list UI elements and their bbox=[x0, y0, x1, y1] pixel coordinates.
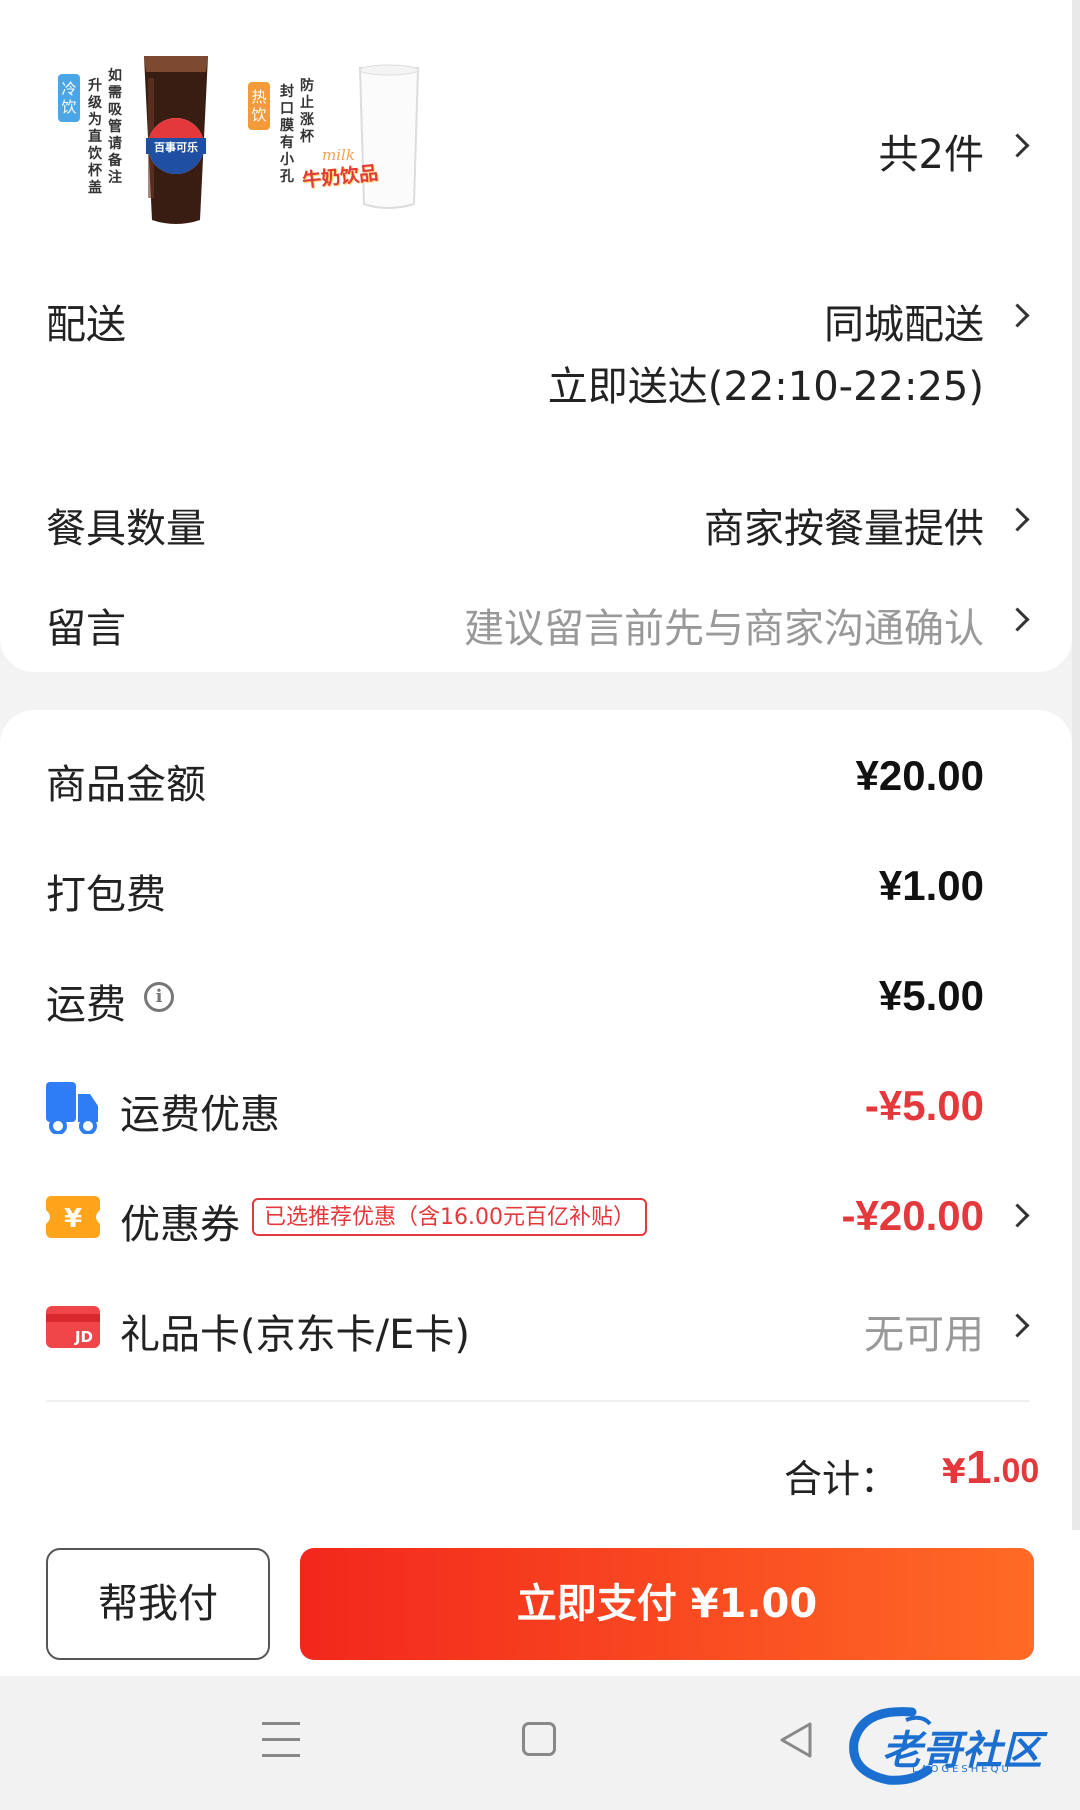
goods-amount-label: 商品金额 bbox=[46, 762, 206, 808]
coupon-row[interactable]: ¥ 优惠券 已选推荐优惠（含16.00元百亿补贴） -¥20.00 bbox=[46, 1192, 1030, 1248]
coupon-value: -¥20.00 bbox=[841, 1192, 984, 1239]
help-pay-button[interactable]: 帮我付 bbox=[46, 1548, 270, 1660]
item-count: 共2件 bbox=[878, 132, 984, 178]
delivery-row[interactable]: 配送 同城配送 立即送达(22:10-22:25) bbox=[46, 292, 1030, 410]
home-icon[interactable] bbox=[522, 1722, 556, 1756]
utensils-row[interactable]: 餐具数量 商家按餐量提供 bbox=[46, 496, 1030, 552]
svg-text:¥: ¥ bbox=[64, 1204, 82, 1234]
order-info-card: 冷饮 升级为直饮杯盖 如需吸管请备注 百事可乐 热饮 封口膜有小孔 防止涨杯 m… bbox=[0, 0, 1072, 672]
watermark-logo: 老哥社区 LAOGESHEQU bbox=[842, 1702, 1072, 1786]
info-icon[interactable]: i bbox=[144, 982, 174, 1012]
product-tag-cold: 冷饮 bbox=[58, 74, 80, 122]
chevron-right-icon bbox=[1005, 507, 1030, 532]
goods-amount-row: 商品金额 ¥20.00 bbox=[46, 752, 1026, 808]
divider bbox=[46, 1400, 1030, 1402]
shipping-discount-label: 运费优惠 bbox=[120, 1092, 280, 1138]
packing-fee-label: 打包费 bbox=[46, 872, 166, 918]
message-label: 留言 bbox=[46, 606, 126, 652]
chevron-right-icon bbox=[1005, 1203, 1030, 1228]
goods-amount-value: ¥20.00 bbox=[855, 752, 984, 799]
price-detail-card: 商品金额 ¥20.00 打包费 ¥1.00 运费 i ¥5.00 运费优惠 -¥… bbox=[0, 710, 1072, 1550]
back-icon[interactable] bbox=[776, 1720, 816, 1760]
right-edge-scroll-track bbox=[1072, 0, 1080, 1680]
coupon-icon: ¥ bbox=[46, 1196, 100, 1238]
total-integer: 1 bbox=[966, 1441, 992, 1493]
item-count-row[interactable]: 共2件 bbox=[46, 122, 1030, 178]
delivery-label: 配送 bbox=[46, 302, 126, 348]
menu-icon[interactable] bbox=[262, 1722, 300, 1758]
pay-now-button[interactable]: 立即支付 ¥1.00 bbox=[300, 1548, 1034, 1660]
gift-card-label: 礼品卡(京东卡/E卡) bbox=[120, 1312, 470, 1358]
chevron-right-icon bbox=[1005, 303, 1030, 328]
shipping-fee-value: ¥5.00 bbox=[878, 972, 984, 1019]
shipping-discount-value: -¥5.00 bbox=[864, 1082, 984, 1129]
system-navigation-bar: 老哥社区 LAOGESHEQU bbox=[0, 1676, 1080, 1810]
gift-card-row[interactable]: JD 礼品卡(京东卡/E卡) 无可用 bbox=[46, 1302, 1030, 1358]
chevron-right-icon bbox=[1005, 133, 1030, 158]
delivery-method: 同城配送 bbox=[824, 302, 984, 348]
packing-fee-row: 打包费 ¥1.00 bbox=[46, 862, 1026, 918]
shipping-discount-row: 运费优惠 -¥5.00 bbox=[46, 1082, 1026, 1138]
shipping-fee-row: 运费 i ¥5.00 bbox=[46, 972, 1026, 1028]
message-row[interactable]: 留言 建议留言前先与商家沟通确认 bbox=[46, 596, 1030, 652]
chevron-right-icon bbox=[1005, 607, 1030, 632]
total-currency: ¥ bbox=[942, 1452, 966, 1492]
total-decimal: .00 bbox=[992, 1452, 1040, 1490]
truck-icon bbox=[46, 1082, 98, 1134]
total-row: 合计： ¥ 1 .00 bbox=[0, 1440, 1072, 1501]
gift-card-value: 无可用 bbox=[864, 1312, 984, 1358]
total-label: 合计： bbox=[783, 1457, 898, 1501]
shipping-fee-label: 运费 bbox=[46, 982, 126, 1028]
coupon-recommend-badge: 已选推荐优惠（含16.00元百亿补贴） bbox=[252, 1198, 647, 1236]
utensils-label: 餐具数量 bbox=[46, 506, 206, 552]
watermark-subtext: LAOGESHEQU bbox=[912, 1764, 1012, 1775]
delivery-time: 立即送达(22:10-22:25) bbox=[547, 364, 984, 410]
bottom-action-bar: 帮我付 立即支付 ¥1.00 bbox=[0, 1530, 1080, 1676]
coupon-label: 优惠券 bbox=[120, 1202, 240, 1248]
chevron-right-icon bbox=[1005, 1313, 1030, 1338]
jd-card-icon-text: JD bbox=[74, 1328, 93, 1346]
jd-card-icon: JD bbox=[46, 1306, 100, 1348]
message-placeholder: 建议留言前先与商家沟通确认 bbox=[464, 606, 984, 652]
packing-fee-value: ¥1.00 bbox=[878, 862, 984, 909]
utensils-value: 商家按餐量提供 bbox=[704, 506, 984, 552]
